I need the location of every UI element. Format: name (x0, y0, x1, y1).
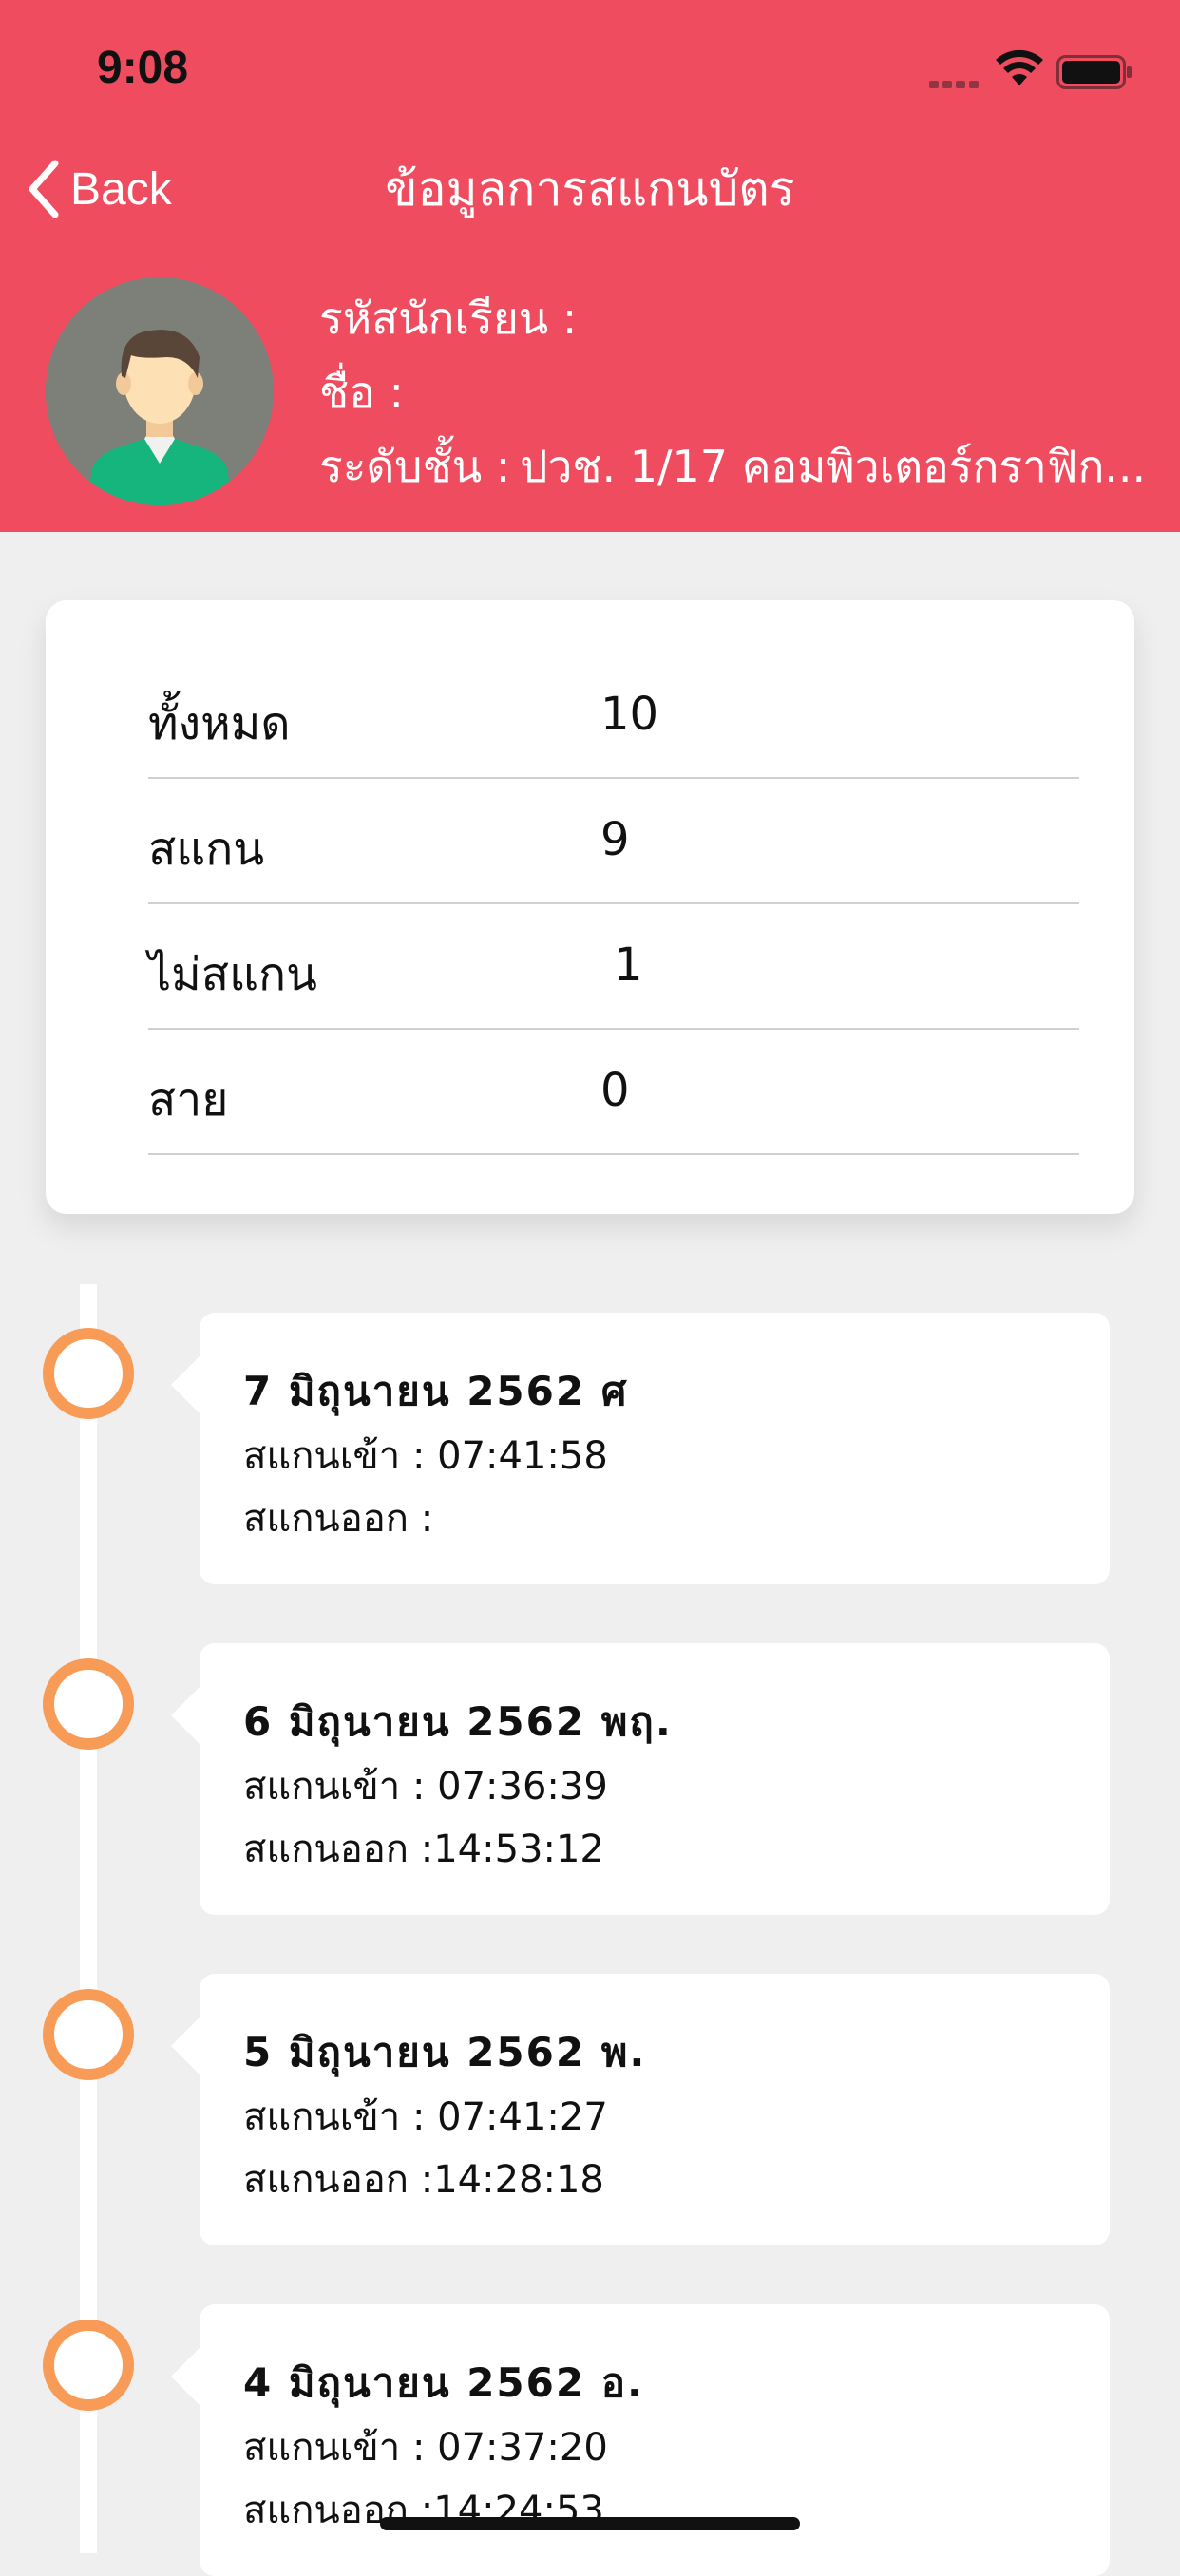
summary-label: ทั้งหมด (148, 697, 291, 750)
summary-label: ไม่สแกน (148, 948, 317, 1001)
timeline-dot (43, 1328, 134, 1419)
entry-scan-in: สแกนเข้า : 07:41:27 (243, 2095, 608, 2139)
timeline-dot (43, 1658, 134, 1750)
timeline-dot (43, 2320, 134, 2411)
header: 9:08 Back ข้อมูลการสแกนบัตร รหัสนักเรียน… (0, 0, 1180, 532)
entry-scan-out: สแกนออก : (243, 1497, 434, 1541)
summary-label: สาย (148, 1073, 229, 1127)
summary-row-late: สาย 0 (148, 1030, 1079, 1155)
summary-value: 0 (600, 1064, 630, 1117)
entry-scan-in: สแกนเข้า : 07:37:20 (243, 2426, 608, 2470)
profile-info: รหัสนักเรียน : ชื่อ : ระดับชั้น : ปวช. 1/… (319, 285, 1146, 507)
signal-icon (929, 74, 982, 92)
entry-date: 6 มิถุนายน 2562 พฤ. (243, 1698, 673, 1745)
scan-entry[interactable]: 4 มิถุนายน 2562 อ. สแกนเข้า : 07:37:20 ส… (171, 2304, 1110, 2576)
entry-scan-in: สแกนเข้า : 07:41:58 (243, 1434, 608, 1478)
summary-row-total: ทั้งหมด 10 (148, 653, 1079, 779)
level-label: ระดับชั้น : (319, 441, 511, 492)
name-label: ชื่อ : (319, 367, 404, 418)
page-title: ข้อมูลการสแกนบัตร (385, 161, 795, 217)
summary-label: สแกน (148, 823, 265, 876)
wifi-icon (996, 49, 1043, 85)
summary-row-scanned: สแกน 9 (148, 779, 1079, 904)
level-row: ระดับชั้น : ปวช. 1/17 คอมพิวเตอร์กราฟิก..… (319, 433, 1146, 507)
summary-value: 9 (600, 813, 630, 866)
summary-card: ทั้งหมด 10 สแกน 9 ไม่สแกน 1 สาย 0 (46, 600, 1134, 1214)
entry-date: 4 มิถุนายน 2562 อ. (243, 2359, 644, 2406)
summary-value: 1 (614, 938, 643, 992)
student-id-label: รหัสนักเรียน : (319, 293, 578, 344)
scan-entry[interactable]: 5 มิถุนายน 2562 พ. สแกนเข้า : 07:41:27 ส… (171, 1974, 1110, 2245)
user-avatar-icon (46, 277, 274, 505)
level-value: ปวช. 1/17 คอมพิวเตอร์กราฟิก... (520, 441, 1147, 492)
battery-icon (1056, 55, 1132, 89)
summary-row-not-scanned: ไม่สแกน 1 (148, 904, 1079, 1030)
avatar (46, 277, 274, 505)
entry-date: 5 มิถุนายน 2562 พ. (243, 2029, 647, 2075)
timeline-dot (43, 1989, 134, 2080)
home-indicator[interactable] (380, 2517, 800, 2530)
entry-date: 7 มิถุนายน 2562 ศ (243, 1368, 629, 1414)
student-id-row: รหัสนักเรียน : (319, 285, 1146, 359)
scan-entry[interactable]: 6 มิถุนายน 2562 พฤ. สแกนเข้า : 07:36:39 … (171, 1643, 1110, 1915)
entry-scan-out: สแกนออก :14:28:18 (243, 2158, 604, 2202)
status-time: 9:08 (97, 43, 189, 93)
summary-value: 10 (600, 688, 659, 741)
name-row: ชื่อ : (319, 359, 1146, 433)
scan-entry[interactable]: 7 มิถุนายน 2562 ศ สแกนเข้า : 07:41:58 สแ… (171, 1313, 1110, 1584)
entry-scan-in: สแกนเข้า : 07:36:39 (243, 1765, 608, 1809)
entry-scan-out: สแกนออก :14:53:12 (243, 1828, 604, 1871)
entry-scan-out: สแกนออก :14:24:53 (243, 2489, 604, 2532)
